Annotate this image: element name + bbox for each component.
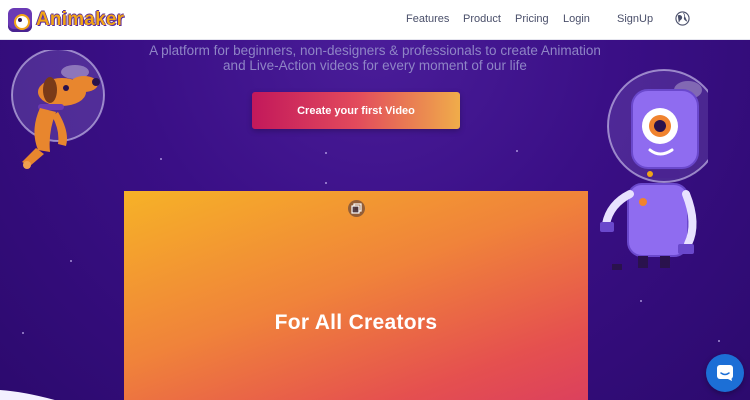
brand-logo[interactable]: Animaker — [8, 5, 124, 35]
top-navbar: Animaker Features Product Pricing Login … — [0, 0, 750, 40]
video-card-title: For All Creators — [274, 311, 438, 334]
expand-icon[interactable] — [348, 200, 365, 217]
hero-subtitle: A platform for beginners, non-designers … — [100, 43, 650, 73]
hero-section: A platform for beginners, non-designers … — [0, 40, 750, 400]
dog-astronaut-illustration — [11, 50, 105, 169]
logo-icon — [8, 8, 32, 32]
create-video-button[interactable]: Create your first Video — [252, 92, 460, 129]
chat-launcher-button[interactable] — [706, 354, 744, 392]
brand-name: Animaker — [36, 9, 125, 30]
nav-item-features[interactable]: Features — [406, 13, 449, 25]
star-decoration — [325, 182, 327, 184]
star-decoration — [516, 150, 518, 152]
hero-subtitle-line-2: and Live-Action videos for every moment … — [223, 58, 527, 73]
nav-item-signup[interactable]: SignUp — [617, 13, 653, 25]
planet-decoration — [0, 390, 55, 400]
hero-subtitle-line-1: A platform for beginners, non-designers … — [149, 43, 601, 58]
nav-item-login[interactable]: Login — [563, 13, 590, 25]
chat-icon — [717, 365, 733, 381]
globe-icon[interactable] — [675, 11, 690, 26]
star-decoration — [718, 340, 720, 342]
star-decoration — [640, 300, 642, 302]
star-decoration — [160, 158, 162, 160]
star-decoration — [70, 260, 72, 262]
nav-item-product[interactable]: Product — [463, 13, 501, 25]
robot-astronaut-illustration — [600, 69, 708, 270]
nav-item-pricing[interactable]: Pricing — [515, 13, 549, 25]
star-decoration — [22, 332, 24, 334]
video-preview-card[interactable]: For All Creators — [124, 191, 588, 400]
star-decoration — [325, 152, 327, 154]
